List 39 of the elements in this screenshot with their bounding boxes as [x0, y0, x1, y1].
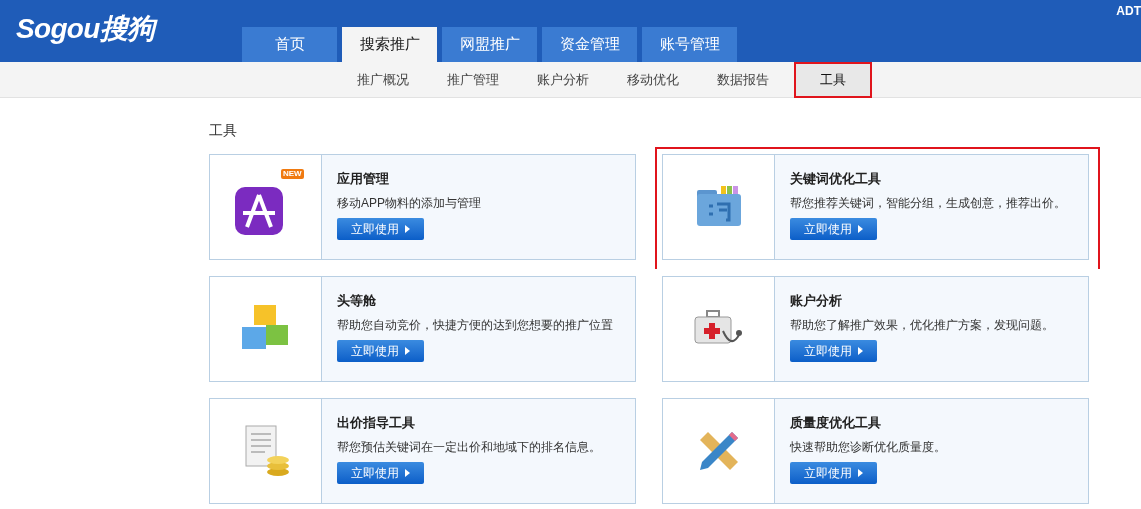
section-title: 工具	[209, 121, 238, 140]
tool-title: 应用管理	[337, 170, 390, 188]
nav-tab[interactable]: 网盟推广	[442, 27, 537, 62]
caret-icon	[405, 469, 410, 477]
tool-title: 出价指导工具	[337, 414, 416, 432]
tool-description: 帮您推荐关键词，智能分组，生成创意，推荐出价。	[790, 195, 1067, 212]
tool-title: 关键词优化工具	[790, 170, 882, 188]
caret-icon	[405, 347, 410, 355]
tool-description: 帮您预估关键词在一定出价和地域下的排名信息。	[337, 439, 602, 456]
caret-icon	[858, 469, 863, 477]
subnav-item[interactable]: 数据报告	[704, 61, 782, 98]
use-now-button[interactable]: 立即使用	[790, 218, 877, 240]
subnav-item[interactable]: 推广管理	[434, 61, 512, 98]
caret-icon	[405, 225, 410, 233]
tool-title: 账户分析	[790, 292, 843, 310]
corner-text: ADT	[1116, 3, 1141, 20]
tool-description: 快速帮助您诊断优化质量度。	[790, 439, 947, 456]
tool-title: 头等舱	[337, 292, 377, 310]
use-now-button[interactable]: 立即使用	[790, 462, 877, 484]
use-now-button[interactable]: 立即使用	[337, 340, 424, 362]
nav-tab[interactable]: 首页	[242, 27, 337, 62]
nav-tab[interactable]: 搜索推广	[342, 27, 437, 62]
tool-description: 移动APP物料的添加与管理	[337, 195, 482, 212]
use-now-button[interactable]: 立即使用	[337, 462, 424, 484]
subnav-item[interactable]: 账户分析	[524, 61, 602, 98]
tool-title: 质量度优化工具	[790, 414, 882, 432]
tool-description: 帮助您自动竞价，快捷方便的达到您想要的推广位置	[337, 317, 614, 334]
folder-icon	[694, 186, 743, 228]
subnav-item[interactable]: 工具	[794, 61, 872, 98]
subnav-item[interactable]: 移动优化	[614, 61, 692, 98]
nav-tab[interactable]: 账号管理	[642, 27, 737, 62]
new-badge: NEW	[281, 169, 304, 179]
use-now-button[interactable]: 立即使用	[790, 340, 877, 362]
use-now-button[interactable]: 立即使用	[337, 218, 424, 240]
subnav-item[interactable]: 推广概况	[344, 61, 422, 98]
tool-description: 帮助您了解推广效果，优化推广方案，发现问题。	[790, 317, 1055, 334]
nav-tab[interactable]: 资金管理	[542, 27, 637, 62]
caret-icon	[858, 347, 863, 355]
caret-icon	[858, 225, 863, 233]
